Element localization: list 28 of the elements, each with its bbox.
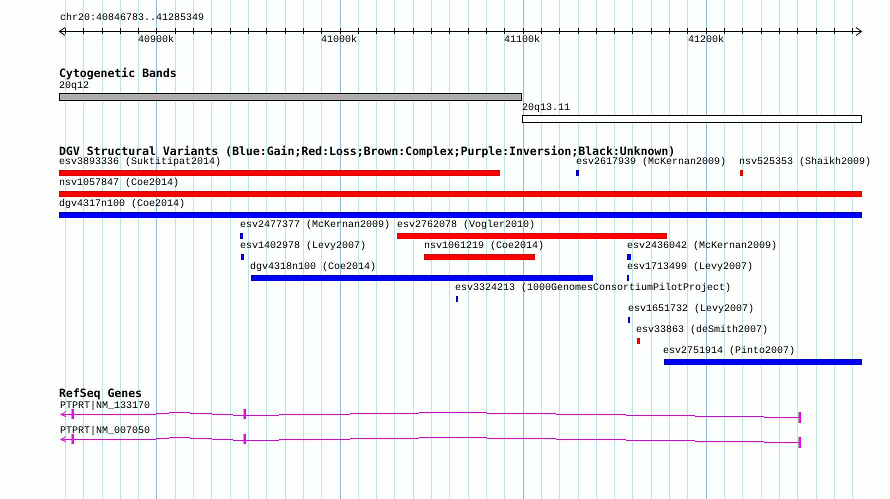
- band-label: 20q13.11: [522, 103, 570, 115]
- gene-label: PTPRT|NM_007050: [60, 426, 150, 438]
- variant-label: nsv525353 (Shaikh2009): [739, 157, 872, 169]
- variant-label: esv33863 (deSmith2007): [636, 325, 768, 337]
- tick-label: 41000k: [321, 35, 358, 47]
- variant-label: esv3893336 (Suktitipat2014): [59, 157, 222, 169]
- band-label: 20q12: [59, 81, 90, 93]
- tick-label: 40900k: [138, 35, 174, 47]
- variant-label: dgv4317n100 (Coe2014): [59, 199, 186, 211]
- variant-label: esv1651732 (Levy2007): [628, 304, 754, 316]
- variant-label: esv1713499 (Levy2007): [627, 262, 754, 274]
- location-label: chr20:40846783..41285349: [60, 13, 204, 25]
- track-title: Cytogenetic Bands: [59, 67, 177, 79]
- tick-label: 41100k: [504, 35, 540, 47]
- variant-label: esv1402978 (Levy2007): [240, 241, 366, 253]
- track-title: DGV Structural Variants (Blue:Gain;Red:Loss;Brown:Complex;Purple:Inversion;Black:Unknown): [59, 145, 676, 157]
- variant-label: dgv4318n100 (Coe2014): [250, 262, 376, 274]
- tick-label: 41200k: [688, 35, 724, 47]
- variant-label: esv2436042 (McKernan2009): [627, 241, 778, 253]
- variant-label: nsv1061219 (Coe2014): [424, 241, 544, 253]
- variant-label: esv2751914 (Pinto2007): [663, 346, 796, 358]
- variant-label: nsv1057847 (Coe2014): [59, 178, 180, 190]
- variant-label: esv3324213 (1000GenomesConsortiumPilotProject): [455, 283, 732, 295]
- track-title: RefSeq Genes: [59, 387, 142, 399]
- gene-label: PTPRT|NM_133170: [60, 401, 150, 413]
- variant-label: esv2762078 (Vogler2010): [397, 220, 536, 232]
- variant-label: esv2617939 (McKernan2009): [576, 157, 726, 169]
- variant-label: esv2477377 (McKernan2009): [240, 220, 390, 232]
